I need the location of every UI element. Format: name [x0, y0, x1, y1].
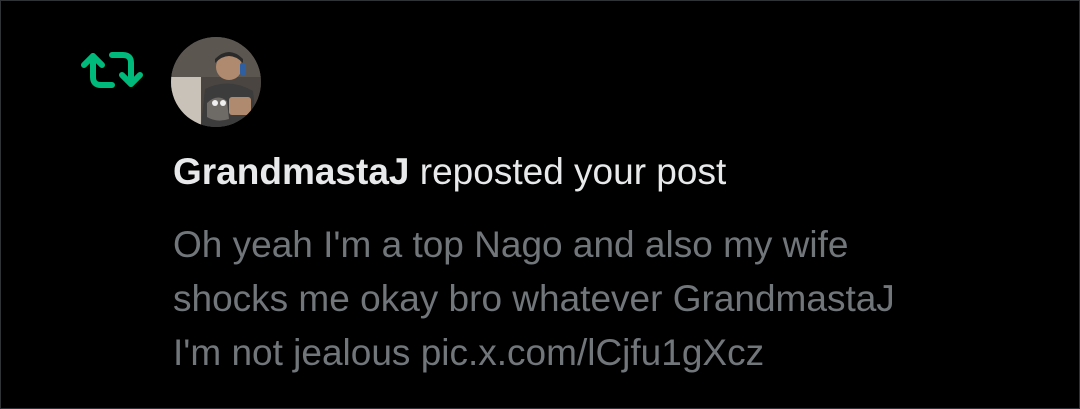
repost-notification[interactable]: GrandmastaJ reposted your post Oh yeah I… [1, 1, 1079, 408]
post-text-line: Oh yeah I'm a top Nago and also my wife [173, 224, 849, 265]
notification-headline: GrandmastaJ reposted your post [173, 150, 726, 194]
post-text-line: I'm not jealous pic.x.com/lCjfu1gXcz [173, 332, 765, 373]
post-text-line: shocks me okay bro whatever GrandmastaJ [173, 278, 895, 319]
action-text: reposted your post [409, 151, 727, 192]
repost-icon [79, 47, 145, 93]
user-name-link[interactable]: GrandmastaJ [173, 151, 410, 192]
notification-frame: GrandmastaJ reposted your post Oh yeah I… [0, 0, 1080, 409]
post-text[interactable]: Oh yeah I'm a top Nago and also my wife … [173, 218, 1053, 380]
avatar[interactable] [171, 37, 261, 127]
